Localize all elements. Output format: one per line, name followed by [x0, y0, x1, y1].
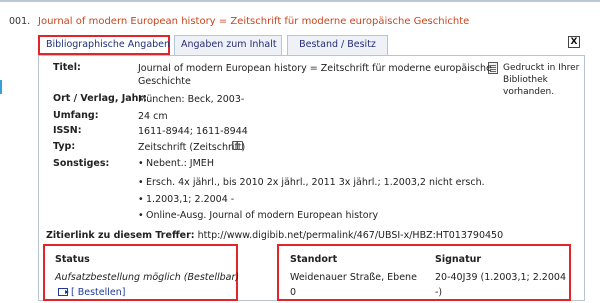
left-edge-marker	[0, 80, 2, 94]
signatur-heading: Signatur	[435, 254, 482, 265]
signatur-value-line2: -)	[435, 287, 443, 298]
value-ort-verlag: München: Beck, 2003-	[138, 94, 245, 105]
close-icon[interactable]: X	[568, 36, 580, 48]
status-text: Aufsatzbestellung möglich (Bestellbar)	[55, 272, 240, 283]
order-button-label: [ Bestellen]	[71, 287, 126, 298]
citation-url[interactable]: http://www.digibib.net/permalink/467/UBS…	[198, 230, 504, 241]
top-separator	[0, 0, 600, 2]
book-icon	[232, 141, 243, 150]
citation-link-row: Zitierlink zu diesem Treffer: http://www…	[46, 230, 503, 241]
value-umfang: 24 cm	[138, 111, 168, 122]
sonstiges-item-bestand: 1.2003,1; 2.2004 -	[138, 194, 234, 205]
signatur-value-line1: 20-40J39 (1.2003,1; 2.2004	[435, 272, 566, 283]
sonstiges-item-online: Online-Ausg. Journal of modern European …	[138, 210, 378, 221]
label-titel: Titel:	[53, 62, 81, 73]
sonstiges-item-nebent: Nebent.: JMEH	[138, 158, 214, 169]
tab-bibliographische-angaben[interactable]: Bibliographische Angaben	[38, 35, 170, 55]
status-heading: Status	[55, 254, 90, 265]
record-title-link[interactable]: Journal of modern European history = Zei…	[38, 16, 469, 27]
standort-heading: Standort	[290, 254, 338, 265]
print-availability-notice: Gedruckt in Ihrer Bibliothek vorhanden.	[503, 63, 580, 97]
value-titel-line1: Journal of modern European history = Zei…	[138, 63, 492, 74]
label-umfang: Umfang:	[53, 110, 99, 121]
record-number: 001.	[9, 16, 31, 27]
citation-label: Zitierlink zu diesem Treffer:	[46, 230, 195, 241]
tab-angaben-zum-inhalt[interactable]: Angaben zum Inhalt	[174, 35, 282, 55]
order-arrow-icon	[58, 288, 69, 296]
standort-value-line2: 0	[290, 287, 297, 298]
tab-bestand-besitz[interactable]: Bestand / Besitz	[287, 35, 388, 55]
label-issn: ISSN:	[53, 125, 82, 136]
value-titel-line2: Geschichte	[138, 76, 191, 87]
sonstiges-item-erscheinung: Ersch. 4x jährl., bis 2010 2x jährl., 20…	[138, 177, 485, 188]
order-button[interactable]: [ Bestellen]	[58, 287, 125, 298]
label-ort-verlag: Ort / Verlag, Jahr:	[53, 93, 147, 104]
label-typ: Typ:	[53, 141, 76, 152]
standort-value-line1: Weidenauer Straße, Ebene	[290, 272, 417, 283]
value-typ: Zeitschrift (Zeitschrift)	[138, 142, 246, 153]
value-issn: 1611-8944; 1611-8944	[138, 126, 248, 137]
label-sonstiges: Sonstiges:	[53, 158, 110, 169]
